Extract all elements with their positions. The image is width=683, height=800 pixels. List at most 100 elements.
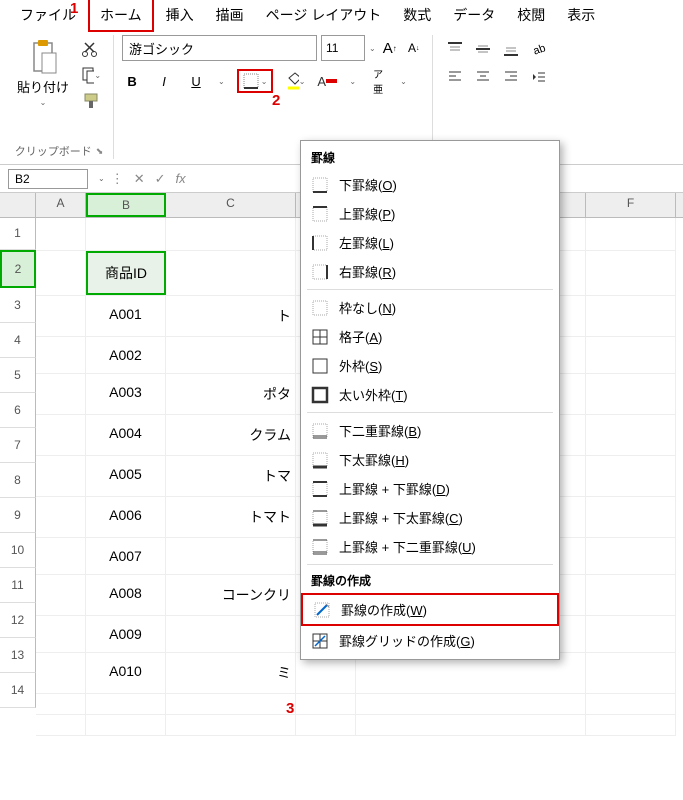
cell-F12[interactable] [586,653,676,693]
cell-C5[interactable]: ポタ [166,374,296,414]
tab-formulas[interactable]: 数式 [393,0,441,30]
tab-insert[interactable]: 挿入 [156,0,204,30]
underline-button[interactable]: U [186,71,206,91]
cell-D13[interactable] [296,694,356,714]
border-menu-item[interactable]: 下罫線(O) [301,170,559,199]
dialog-launcher-icon[interactable]: ⬊ [96,146,104,157]
cell-E13[interactable] [356,694,586,714]
row-header-10[interactable]: 10 [0,533,36,568]
cell-B11[interactable]: A009 [86,616,166,652]
enter-icon[interactable]: ✓ [155,171,166,187]
border-button[interactable]: ⌄ [237,69,274,93]
cell-C12[interactable]: ミ [166,653,296,693]
row-header-12[interactable]: 12 [0,603,36,638]
border-menu-item[interactable]: 下二重罫線(B) [301,416,559,445]
row-header-6[interactable]: 6 [0,393,36,428]
cell-A1[interactable] [36,218,86,250]
cell-E14[interactable] [356,715,586,735]
cell-F8[interactable] [586,497,676,537]
border-menu-item[interactable]: 外枠(S) [301,351,559,380]
row-header-7[interactable]: 7 [0,428,36,463]
row-header-14[interactable]: 14 [0,673,36,708]
draw-border-grid-item[interactable]: 罫線グリッドの作成(G) [301,626,559,655]
row-header-8[interactable]: 8 [0,463,36,498]
name-box[interactable] [8,169,88,189]
cell-A7[interactable] [36,456,86,496]
border-menu-item[interactable]: 上罫線 + 下太罫線(C) [301,503,559,532]
cell-B2[interactable]: 商品ID [86,251,166,295]
fx-label[interactable]: fx [176,171,186,186]
cell-F13[interactable] [586,694,676,714]
cell-A13[interactable] [36,694,86,714]
align-bottom-button[interactable] [501,39,521,59]
row-header-4[interactable]: 4 [0,323,36,358]
cell-B6[interactable]: A004 [86,415,166,455]
align-right-button[interactable] [501,67,521,87]
draw-border-item[interactable]: 罫線の作成(W) [301,593,559,626]
select-all-corner[interactable] [0,193,36,217]
cell-F14[interactable] [586,715,676,735]
tab-home[interactable]: ホーム [88,0,154,32]
cell-B10[interactable]: A008 [86,575,166,615]
font-name-select[interactable] [122,35,317,61]
col-header-F[interactable]: F [586,193,676,217]
orientation-button[interactable]: ab [529,39,549,59]
cell-F6[interactable] [586,415,676,455]
cell-B4[interactable]: A002 [86,337,166,373]
align-top-button[interactable] [445,39,465,59]
cell-A3[interactable] [36,296,86,336]
cell-C10[interactable]: コーンクリ [166,575,296,615]
align-middle-button[interactable] [473,39,493,59]
cell-F3[interactable] [586,296,676,336]
col-header-A[interactable]: A [36,193,86,217]
border-menu-item[interactable]: 右罫線(R) [301,257,559,286]
row-header-9[interactable]: 9 [0,498,36,533]
decrease-indent-button[interactable] [529,67,549,87]
cell-A10[interactable] [36,575,86,615]
font-color-button[interactable]: A [317,71,337,91]
cell-A4[interactable] [36,337,86,373]
border-menu-item[interactable]: 上罫線 + 下罫線(D) [301,474,559,503]
border-menu-item[interactable]: 左罫線(L) [301,228,559,257]
increase-font-button[interactable]: A↑ [380,38,400,58]
border-menu-item[interactable]: 下太罫線(H) [301,445,559,474]
decrease-font-button[interactable]: A↓ [404,38,424,58]
align-left-button[interactable] [445,67,465,87]
copy-button[interactable]: ⌄ [81,65,101,85]
row-header-1[interactable]: 1 [0,218,36,250]
bold-button[interactable]: B [122,71,142,91]
cell-F7[interactable] [586,456,676,496]
cell-B1[interactable] [86,218,166,250]
border-menu-item[interactable]: 上罫線(P) [301,199,559,228]
tab-draw[interactable]: 描画 [206,0,254,30]
italic-button[interactable]: I [154,71,174,91]
cell-A6[interactable] [36,415,86,455]
border-menu-item[interactable]: 枠なし(N) [301,293,559,322]
fill-color-button[interactable]: ⌄ [285,71,305,91]
cell-B5[interactable]: A003 [86,374,166,414]
cell-F11[interactable] [586,616,676,652]
paste-button[interactable]: 貼り付け ⌄ [13,35,73,115]
border-menu-item[interactable]: 太い外枠(T) [301,380,559,409]
tab-review[interactable]: 校閲 [507,0,555,30]
border-menu-item[interactable]: 格子(A) [301,322,559,351]
cell-A11[interactable] [36,616,86,652]
border-menu-item[interactable]: 上罫線 + 下二重罫線(U) [301,532,559,561]
cell-B3[interactable]: A001 [86,296,166,336]
row-header-5[interactable]: 5 [0,358,36,393]
font-size-select[interactable] [321,35,365,61]
cell-A8[interactable] [36,497,86,537]
row-header-11[interactable]: 11 [0,568,36,603]
tab-pagelayout[interactable]: ページ レイアウト [256,0,392,30]
cell-C14[interactable] [166,715,296,735]
cell-C3[interactable]: ト [166,296,296,336]
cell-C11[interactable] [166,616,296,652]
cell-C6[interactable]: クラム [166,415,296,455]
cell-A2[interactable] [36,251,86,295]
cell-B13[interactable] [86,694,166,714]
cell-C2[interactable] [166,251,296,295]
col-header-B[interactable]: B [86,193,166,217]
cell-A9[interactable] [36,538,86,574]
cell-B14[interactable] [86,715,166,735]
cell-C4[interactable] [166,337,296,373]
